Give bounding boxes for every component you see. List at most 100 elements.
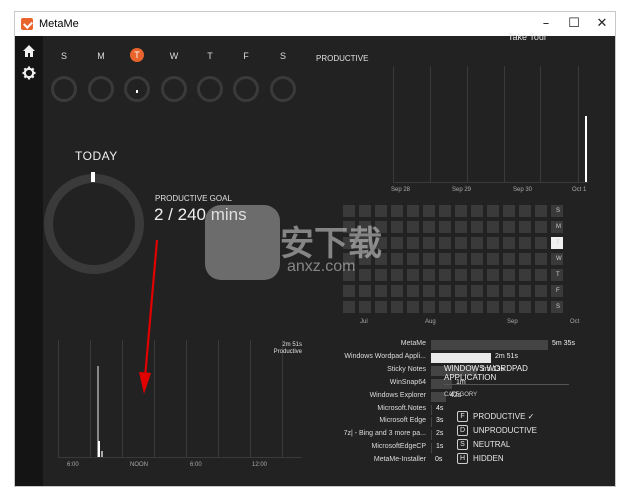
heatmap-cell[interactable] xyxy=(439,205,451,217)
heatmap-cell[interactable] xyxy=(439,237,451,249)
heatmap-cell[interactable] xyxy=(439,301,451,313)
heatmap-cell[interactable] xyxy=(535,205,547,217)
heatmap-cell[interactable] xyxy=(375,269,387,281)
heatmap-cell[interactable] xyxy=(503,205,515,217)
heatmap-cell[interactable] xyxy=(535,301,547,313)
weekday-progress-circle[interactable] xyxy=(197,76,223,102)
heatmap-cell[interactable] xyxy=(455,269,467,281)
heatmap-cell[interactable] xyxy=(503,269,515,281)
weekday-progress-circle[interactable] xyxy=(161,76,187,102)
weekday-progress-circle[interactable] xyxy=(270,76,296,102)
heatmap-cell[interactable] xyxy=(487,221,499,233)
take-tour-button[interactable]: Take Tour xyxy=(508,32,547,42)
heatmap-cell[interactable] xyxy=(455,205,467,217)
weekday-progress-circle[interactable] xyxy=(88,76,114,102)
heatmap-cell[interactable] xyxy=(519,253,531,265)
heatmap-cell[interactable] xyxy=(439,285,451,297)
heatmap-cell[interactable] xyxy=(391,253,403,265)
heatmap-cell[interactable] xyxy=(535,221,547,233)
heatmap-cell[interactable] xyxy=(519,205,531,217)
heatmap-cell[interactable] xyxy=(375,301,387,313)
heatmap-cell[interactable] xyxy=(423,253,435,265)
heatmap-cell[interactable] xyxy=(519,237,531,249)
heatmap-cell[interactable] xyxy=(423,301,435,313)
heatmap-cell[interactable] xyxy=(407,253,419,265)
heatmap-cell[interactable] xyxy=(519,221,531,233)
heatmap-cell[interactable] xyxy=(487,285,499,297)
heatmap-cell[interactable] xyxy=(471,237,483,249)
heatmap-cell[interactable] xyxy=(391,301,403,313)
heatmap-cell[interactable] xyxy=(487,301,499,313)
heatmap-cell[interactable] xyxy=(471,285,483,297)
heatmap-cell[interactable] xyxy=(455,301,467,313)
category-option[interactable]: NEUTRAL xyxy=(473,440,510,449)
heatmap-cell[interactable] xyxy=(439,253,451,265)
heatmap-cell[interactable] xyxy=(407,221,419,233)
heatmap-cell[interactable] xyxy=(439,269,451,281)
heatmap-cell[interactable] xyxy=(535,285,547,297)
heatmap-cell[interactable] xyxy=(503,301,515,313)
heatmap-cell[interactable] xyxy=(423,285,435,297)
heatmap-cell[interactable] xyxy=(455,237,467,249)
heatmap-cell[interactable] xyxy=(455,253,467,265)
close-button[interactable]: ✕ xyxy=(589,14,615,34)
category-hotkey[interactable]: D xyxy=(457,425,468,436)
heatmap-cell[interactable] xyxy=(487,269,499,281)
heatmap-cell[interactable] xyxy=(391,285,403,297)
heatmap-cell[interactable] xyxy=(471,269,483,281)
heatmap-cell[interactable] xyxy=(503,237,515,249)
category-hotkey[interactable]: S xyxy=(457,439,468,450)
heatmap-cell[interactable] xyxy=(519,285,531,297)
heatmap-cell[interactable] xyxy=(391,205,403,217)
heatmap-cell[interactable] xyxy=(359,301,371,313)
heatmap-cell[interactable] xyxy=(503,285,515,297)
minimize-button[interactable]: – xyxy=(533,14,559,34)
home-icon[interactable] xyxy=(22,44,36,58)
weekday-progress-circle[interactable] xyxy=(51,76,77,102)
category-hotkey[interactable]: F xyxy=(457,411,468,422)
heatmap-cell[interactable] xyxy=(487,237,499,249)
heatmap-cell[interactable] xyxy=(519,269,531,281)
maximize-button[interactable]: ☐ xyxy=(561,14,587,34)
gear-icon[interactable] xyxy=(22,66,36,80)
heatmap-cell[interactable] xyxy=(503,253,515,265)
heatmap-cell[interactable] xyxy=(487,205,499,217)
heatmap-cell[interactable] xyxy=(359,285,371,297)
heatmap-cell[interactable] xyxy=(343,285,355,297)
heatmap-cell[interactable] xyxy=(343,301,355,313)
heatmap-cell[interactable] xyxy=(407,237,419,249)
heatmap-cell[interactable] xyxy=(471,221,483,233)
app-row[interactable]: MetaMe 5m 35s xyxy=(340,340,580,352)
heatmap-cell[interactable] xyxy=(391,221,403,233)
heatmap-cell[interactable] xyxy=(407,205,419,217)
weekday-progress-circle[interactable] xyxy=(233,76,259,102)
heatmap-cell[interactable] xyxy=(535,269,547,281)
category-hotkey[interactable]: H xyxy=(457,453,468,464)
heatmap-cell[interactable] xyxy=(455,285,467,297)
heatmap-cell[interactable] xyxy=(423,237,435,249)
heatmap-cell[interactable] xyxy=(471,301,483,313)
heatmap-cell[interactable] xyxy=(535,253,547,265)
heatmap-cell[interactable] xyxy=(391,269,403,281)
heatmap-cell[interactable] xyxy=(487,253,499,265)
heatmap-cell[interactable] xyxy=(455,221,467,233)
heatmap-cell[interactable] xyxy=(423,205,435,217)
category-option[interactable]: HIDDEN xyxy=(473,454,504,463)
heatmap-cell[interactable] xyxy=(407,285,419,297)
heatmap-cell[interactable] xyxy=(519,301,531,313)
heatmap-cell[interactable] xyxy=(471,253,483,265)
heatmap-cell[interactable] xyxy=(535,237,547,249)
heatmap-cell[interactable] xyxy=(391,237,403,249)
heatmap-cell[interactable] xyxy=(407,269,419,281)
heatmap-cell[interactable] xyxy=(359,269,371,281)
category-option[interactable]: UNPRODUCTIVE xyxy=(473,426,537,435)
heatmap-cell[interactable] xyxy=(503,221,515,233)
heatmap-cell[interactable] xyxy=(439,221,451,233)
category-option[interactable]: PRODUCTIVE ✓ xyxy=(473,412,534,421)
heatmap-cell[interactable] xyxy=(423,269,435,281)
heatmap-cell[interactable] xyxy=(407,301,419,313)
heatmap-cell[interactable] xyxy=(423,221,435,233)
heatmap-cell[interactable] xyxy=(471,205,483,217)
weekday-progress-circle[interactable] xyxy=(124,76,150,102)
heatmap-cell[interactable] xyxy=(375,285,387,297)
